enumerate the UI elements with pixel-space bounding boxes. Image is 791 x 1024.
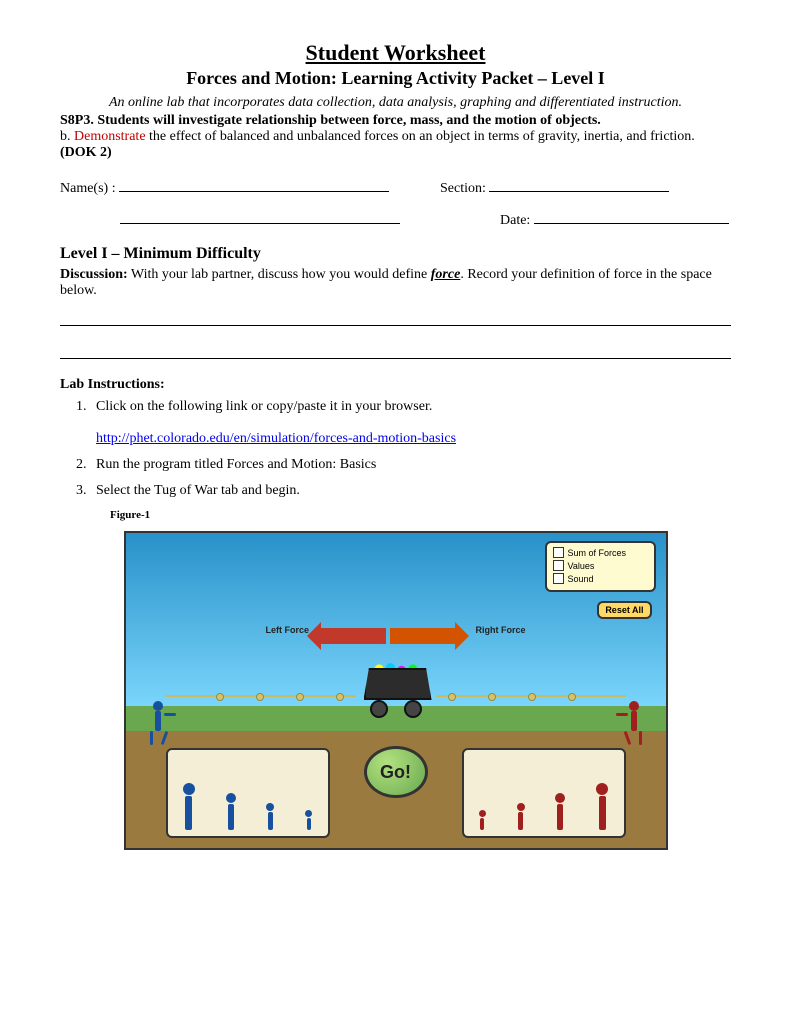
discussion-label: Discussion: <box>60 267 128 282</box>
date-label: Date: <box>500 213 530 228</box>
simulation-figure: Sum of Forces Values Sound Reset All Lef… <box>124 531 668 850</box>
figure-label: Figure-1 <box>110 509 731 521</box>
right-arrow-icon <box>390 628 455 644</box>
left-arrow-icon <box>321 628 386 644</box>
lab-step-1: Click on the following link or copy/past… <box>90 399 731 447</box>
reset-all-button[interactable]: Reset All <box>597 601 651 619</box>
option-sum-of-forces[interactable]: Sum of Forces <box>553 547 648 558</box>
red-puller[interactable] <box>479 810 486 830</box>
blue-team-box <box>166 748 330 838</box>
control-panel: Sum of Forces Values Sound <box>545 541 656 592</box>
blue-puller-large[interactable] <box>146 701 170 731</box>
answer-blank-2[interactable] <box>60 340 731 359</box>
names-label: Name(s) : <box>60 181 116 196</box>
rope-knot <box>488 693 496 701</box>
option-sound[interactable]: Sound <box>553 573 648 584</box>
force-arrows <box>321 621 471 651</box>
cart[interactable] <box>364 668 428 708</box>
doc-tagline: An online lab that incorporates data col… <box>60 95 731 111</box>
checkbox-icon[interactable] <box>553 560 564 571</box>
section-blank[interactable] <box>489 177 669 192</box>
go-button[interactable]: Go! <box>364 746 428 798</box>
checkbox-icon[interactable] <box>553 547 564 558</box>
left-force-label: Left Force <box>266 625 310 635</box>
red-team-box <box>462 748 626 838</box>
name-section-2: Date: <box>60 209 731 229</box>
discussion-line: Discussion: With your lab partner, discu… <box>60 267 731 299</box>
names-blank-2[interactable] <box>120 209 400 224</box>
standard-highlight: Demonstrate <box>74 129 146 144</box>
standard-sub-prefix: b. <box>60 129 74 144</box>
option-label: Sound <box>568 574 594 584</box>
standard-code: S8P3. Students will investigate relation… <box>60 113 601 128</box>
names-blank[interactable] <box>119 177 389 192</box>
option-values[interactable]: Values <box>553 560 648 571</box>
red-puller[interactable] <box>555 793 565 830</box>
rope-knot <box>216 693 224 701</box>
doc-title: Student Worksheet <box>60 40 731 66</box>
standard-sub-rest: the effect of balanced and unbalanced fo… <box>146 129 695 144</box>
red-puller[interactable] <box>517 803 525 830</box>
standard-dok: (DOK 2) <box>60 145 112 160</box>
wheel-icon <box>370 700 388 718</box>
name-section: Name(s) : Section: <box>60 177 731 197</box>
lab-heading: Lab Instructions: <box>60 377 731 393</box>
date-blank[interactable] <box>534 209 729 224</box>
blue-puller[interactable] <box>305 810 312 830</box>
rope-knot <box>528 693 536 701</box>
discussion-term: force <box>431 267 461 282</box>
rope-knot <box>336 693 344 701</box>
lab-step-3: Select the Tug of War tab and begin. <box>90 483 731 499</box>
option-label: Values <box>568 561 595 571</box>
answer-blank-1[interactable] <box>60 307 731 326</box>
wheel-icon <box>404 700 422 718</box>
blue-puller[interactable] <box>183 783 195 830</box>
section-label: Section: <box>440 181 486 196</box>
cart-body <box>364 668 432 700</box>
rope-knot <box>448 693 456 701</box>
right-force-label: Right Force <box>475 625 525 635</box>
level-heading: Level I – Minimum Difficulty <box>60 245 731 263</box>
blue-puller[interactable] <box>226 793 236 830</box>
lab-step-2: Run the program titled Forces and Motion… <box>90 457 731 473</box>
doc-subtitle: Forces and Motion: Learning Activity Pac… <box>60 68 731 89</box>
standard-block: S8P3. Students will investigate relation… <box>60 113 731 161</box>
blue-puller[interactable] <box>266 803 274 830</box>
red-puller-large[interactable] <box>622 701 646 731</box>
rope-knot <box>568 693 576 701</box>
grass-region <box>126 706 666 731</box>
option-label: Sum of Forces <box>568 548 627 558</box>
sim-link[interactable]: http://phet.colorado.edu/en/simulation/f… <box>96 431 456 446</box>
red-puller[interactable] <box>596 783 608 830</box>
rope-knot <box>296 693 304 701</box>
rope-knot <box>256 693 264 701</box>
lab-instructions-list: Click on the following link or copy/past… <box>90 399 731 499</box>
discussion-pre: With your lab partner, discuss how you w… <box>128 267 431 282</box>
lab-step-1-text: Click on the following link or copy/past… <box>96 399 432 414</box>
checkbox-icon[interactable] <box>553 573 564 584</box>
